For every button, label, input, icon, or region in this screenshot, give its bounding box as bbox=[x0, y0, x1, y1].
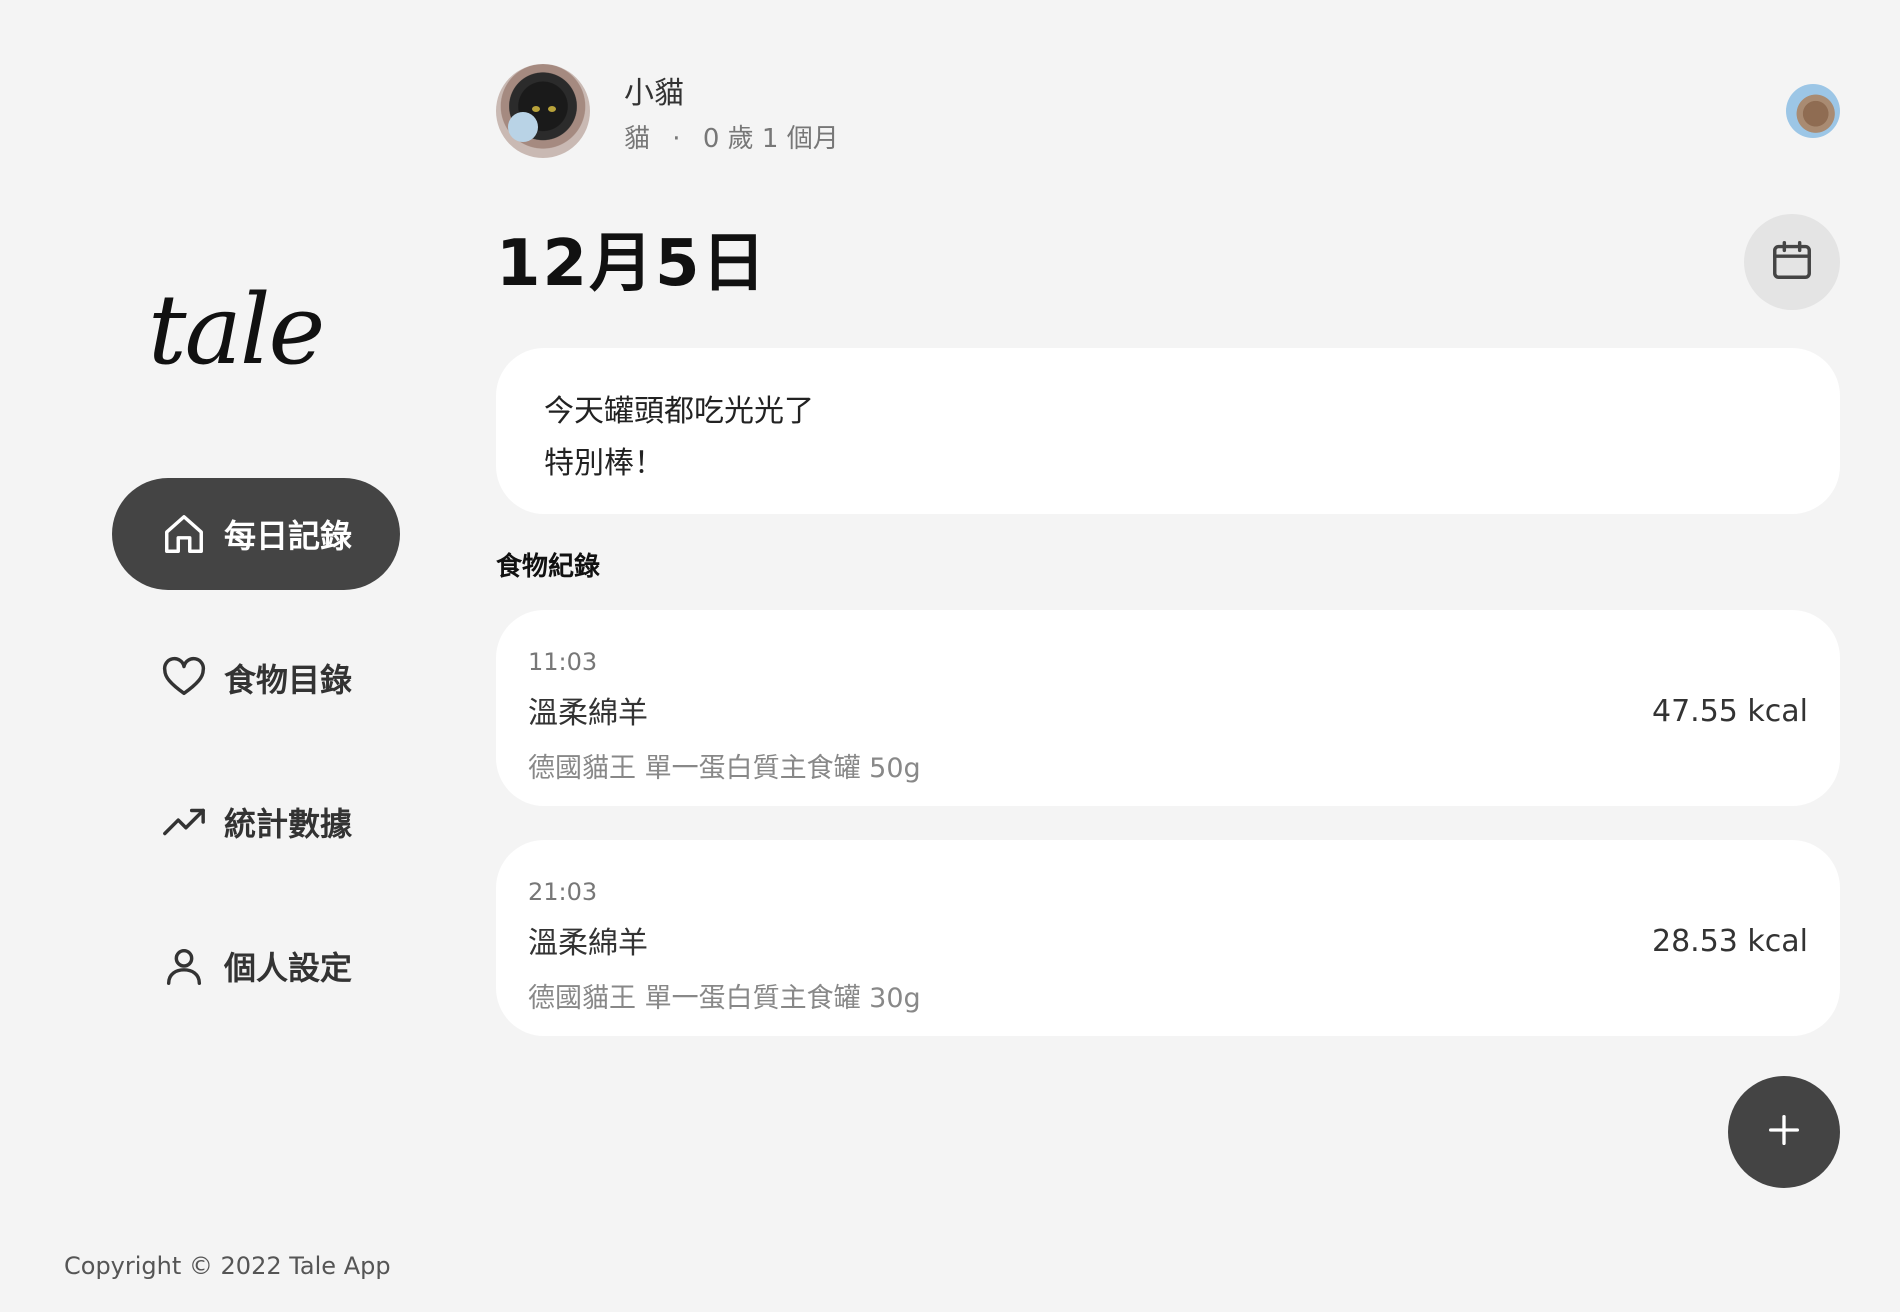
page-title: 12月5日 bbox=[496, 227, 768, 301]
sidebar-item-label: 每日記錄 bbox=[224, 517, 353, 555]
plus-icon bbox=[1764, 1110, 1804, 1154]
food-record-card[interactable]: 11:03 溫柔綿羊 德國貓王 單一蛋白質主食罐 50g 47.55 kcal bbox=[496, 610, 1840, 806]
heart-icon bbox=[160, 654, 208, 702]
main-content: 小貓 貓 · 0 歲 1 個月 12月5日 今天罐頭都吃光光了 特別棒！ 食物紀… bbox=[496, 0, 1840, 1312]
sidebar-item-settings[interactable]: 個人設定 bbox=[112, 910, 400, 1022]
daily-note[interactable]: 今天罐頭都吃光光了 特別棒！ bbox=[496, 348, 1840, 514]
food-time: 11:03 bbox=[528, 648, 598, 676]
food-detail: 德國貓王 單一蛋白質主食罐 50g bbox=[528, 753, 921, 784]
sidebar-item-label: 統計數據 bbox=[224, 805, 353, 843]
food-kcal: 28.53 kcal bbox=[1651, 924, 1808, 959]
trending-up-icon bbox=[160, 798, 208, 846]
user-icon bbox=[160, 942, 208, 990]
food-time: 21:03 bbox=[528, 878, 598, 906]
pet-name: 小貓 bbox=[624, 75, 684, 111]
sidebar-item-label: 食物目錄 bbox=[224, 661, 353, 699]
food-record-card[interactable]: 21:03 溫柔綿羊 德國貓王 單一蛋白質主食罐 30g 28.53 kcal bbox=[496, 840, 1840, 1036]
sidebar-item-daily-records[interactable]: 每日記錄 bbox=[112, 478, 400, 590]
home-icon bbox=[160, 510, 208, 558]
pet-separator: · bbox=[672, 123, 681, 154]
calendar-icon bbox=[1769, 237, 1815, 287]
food-name: 溫柔綿羊 bbox=[528, 926, 648, 961]
user-avatar[interactable] bbox=[1786, 84, 1840, 138]
pet-info: 小貓 貓 · 0 歲 1 個月 bbox=[624, 68, 839, 155]
sidebar: tale 每日記錄 食物目錄 統計數據 個人設定 Copyright © 202… bbox=[0, 0, 470, 1312]
calendar-button[interactable] bbox=[1744, 214, 1840, 310]
pet-header[interactable]: 小貓 貓 · 0 歲 1 個月 bbox=[496, 64, 839, 158]
pet-avatar bbox=[496, 64, 590, 158]
pet-photo-eye bbox=[548, 106, 556, 112]
app-logo[interactable]: tale bbox=[148, 282, 325, 378]
pet-photo-toy bbox=[508, 112, 538, 142]
pet-subtitle: 貓 · 0 歲 1 個月 bbox=[624, 118, 839, 155]
note-line: 特別棒！ bbox=[544, 446, 664, 481]
pet-species: 貓 bbox=[624, 123, 651, 154]
note-line: 今天罐頭都吃光光了 bbox=[544, 394, 814, 429]
sidebar-item-food-catalog[interactable]: 食物目錄 bbox=[112, 622, 400, 734]
food-kcal: 47.55 kcal bbox=[1651, 694, 1808, 729]
food-detail: 德國貓王 單一蛋白質主食罐 30g bbox=[528, 983, 921, 1014]
food-section-label: 食物紀錄 bbox=[496, 552, 601, 582]
add-record-button[interactable] bbox=[1728, 1076, 1840, 1188]
pet-photo-eye bbox=[532, 106, 540, 112]
sidebar-item-label: 個人設定 bbox=[224, 949, 353, 987]
pet-age: 0 歲 1 個月 bbox=[702, 123, 839, 154]
copyright: Copyright © 2022 Tale App bbox=[64, 1252, 391, 1280]
sidebar-item-statistics[interactable]: 統計數據 bbox=[112, 766, 400, 878]
food-name: 溫柔綿羊 bbox=[528, 696, 648, 731]
